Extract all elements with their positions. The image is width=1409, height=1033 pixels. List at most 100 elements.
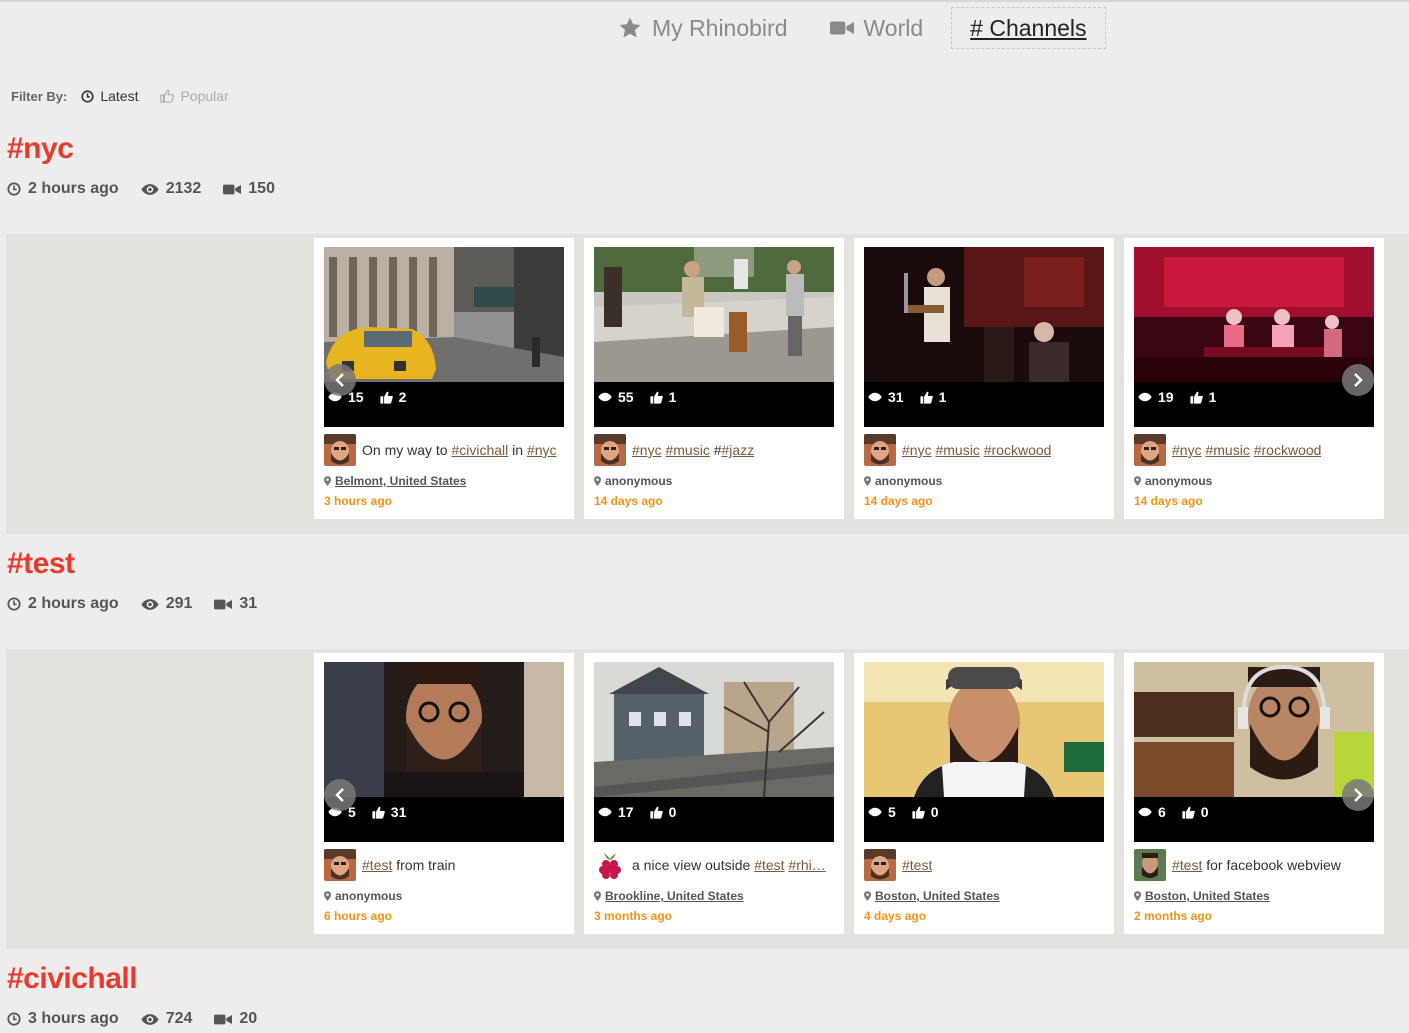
map-pin-icon xyxy=(324,891,331,901)
video-thumbnail[interactable]: 6 0 xyxy=(1134,662,1374,842)
video-views: 17 xyxy=(618,804,634,820)
channel-updated: 2 hours ago xyxy=(28,595,119,612)
clock-icon xyxy=(7,597,21,611)
avatar[interactable] xyxy=(324,434,356,466)
video-thumbnail[interactable]: 19 1 xyxy=(1134,247,1374,427)
hashtag-link[interactable]: #civichall xyxy=(451,442,508,458)
location-link[interactable]: Boston, United States xyxy=(875,889,1000,903)
video-likes: 1 xyxy=(938,389,947,405)
hashtag-link[interactable]: #nyc xyxy=(1172,442,1202,458)
hashtag-link[interactable]: #nyc xyxy=(902,442,932,458)
thumbs-up-icon xyxy=(160,89,174,103)
video-views: 55 xyxy=(618,389,634,405)
nav-channels[interactable]: # Channels xyxy=(951,7,1106,49)
carousel-next-button[interactable] xyxy=(1342,779,1374,811)
hashtag-link[interactable]: #test xyxy=(902,857,932,873)
video-thumbnail[interactable]: 31 1 xyxy=(864,247,1104,427)
nav-my-rhinobird[interactable]: My Rhinobird xyxy=(606,7,800,49)
video-caption: #test from train xyxy=(324,849,564,881)
video-stats: 55 1 xyxy=(598,389,692,405)
carousel-next-button[interactable] xyxy=(1342,364,1374,396)
hashtag-link[interactable]: #test xyxy=(362,857,392,873)
hashtag-link[interactable]: #music xyxy=(1205,442,1249,458)
nav-label: # Channels xyxy=(970,14,1087,41)
video-views: 5 xyxy=(888,804,896,820)
location-link[interactable]: Boston, United States xyxy=(1145,889,1270,903)
video-views: 19 xyxy=(1158,389,1174,405)
video-caption: a nice view outside #test #rhi… xyxy=(594,849,834,881)
eye-icon xyxy=(1138,392,1152,402)
video-thumbnail[interactable]: 5 0 xyxy=(864,662,1104,842)
map-pin-icon xyxy=(1134,476,1141,486)
clock-icon xyxy=(81,90,94,103)
hashtag-link[interactable]: #test xyxy=(1172,857,1202,873)
video-preview xyxy=(864,247,1104,382)
avatar[interactable] xyxy=(324,849,356,881)
raspberry-avatar[interactable] xyxy=(594,849,626,881)
video-location: anonymous xyxy=(324,889,402,903)
channel-views: 724 xyxy=(165,1010,193,1027)
map-pin-icon xyxy=(1134,891,1141,901)
hashtag-link[interactable]: #rockwood xyxy=(984,442,1052,458)
avatar[interactable] xyxy=(864,434,896,466)
carousel-prev-button[interactable] xyxy=(324,364,356,396)
video-card[interactable]: 31 1 #nyc #music #rockwood anonymous 14 … xyxy=(854,238,1114,519)
video-time: 2 months ago xyxy=(1134,909,1213,923)
video-stats: 6 0 xyxy=(1138,804,1225,820)
channel-meta: 3 hours ago 724 20 xyxy=(7,1010,279,1028)
video-thumbnail[interactable]: 55 1 xyxy=(594,247,834,427)
channel-views: 291 xyxy=(165,595,193,612)
channel-title[interactable]: #civichall xyxy=(7,962,138,996)
channel-views: 2132 xyxy=(165,180,202,197)
thumbs-up-icon xyxy=(650,391,663,404)
location-text: anonymous xyxy=(1145,474,1213,488)
hashtag-link[interactable]: #rockwood xyxy=(1254,442,1322,458)
hashtag-link[interactable]: #music xyxy=(935,442,979,458)
filter-popular[interactable]: Popular xyxy=(160,88,229,104)
filter-latest[interactable]: Latest xyxy=(81,88,138,104)
avatar[interactable] xyxy=(1134,849,1166,881)
channel-videos: 20 xyxy=(239,1010,258,1027)
map-pin-icon xyxy=(864,476,871,486)
video-location: Boston, United States xyxy=(864,889,1000,903)
video-card[interactable]: 19 1 #nyc #music #rockwood anonymous 14 … xyxy=(1124,238,1384,519)
video-location: Belmont, United States xyxy=(324,474,466,488)
avatar[interactable] xyxy=(594,434,626,466)
video-caption: #nyc #music #rockwood xyxy=(864,434,1104,466)
avatar[interactable] xyxy=(864,849,896,881)
video-caption: #test for facebook webview xyxy=(1134,849,1374,881)
video-preview xyxy=(594,662,834,797)
video-card[interactable]: 5 0 #test Boston, United States 4 days a… xyxy=(854,653,1114,934)
hashtag-link[interactable]: #nyc xyxy=(632,442,662,458)
hashtag-link[interactable]: #music xyxy=(665,442,709,458)
hashtag-link[interactable]: #rhi… xyxy=(788,857,825,873)
nav-world[interactable]: World xyxy=(818,7,936,49)
channel-title[interactable]: #test xyxy=(7,547,75,581)
hashtag-link[interactable]: #nyc xyxy=(527,442,557,458)
map-pin-icon xyxy=(594,476,601,486)
video-stats: 19 1 xyxy=(1138,389,1232,405)
video-likes: 2 xyxy=(398,389,407,405)
nav-label: World xyxy=(863,14,924,41)
location-link[interactable]: Belmont, United States xyxy=(335,474,466,488)
carousel-prev-button[interactable] xyxy=(324,779,356,811)
video-preview xyxy=(324,247,564,382)
video-thumbnail[interactable]: 15 2 xyxy=(324,247,564,427)
video-card[interactable]: 15 2 On my way to #civichall in #nyc Bel… xyxy=(314,238,574,519)
video-card[interactable]: 17 0 a nice view outside #test #rhi… Bro… xyxy=(584,653,844,934)
video-camera-icon xyxy=(214,598,232,611)
video-thumbnail[interactable]: 5 31 xyxy=(324,662,564,842)
video-caption: #nyc #music ##jazz xyxy=(594,434,834,466)
hashtag-link[interactable]: #test xyxy=(754,857,784,873)
channel-title[interactable]: #nyc xyxy=(7,132,74,166)
video-likes: 1 xyxy=(1208,389,1217,405)
hashtag-link[interactable]: #jazz xyxy=(722,442,755,458)
video-thumbnail[interactable]: 17 0 xyxy=(594,662,834,842)
video-card[interactable]: 55 1 #nyc #music ##jazz anonymous 14 day… xyxy=(584,238,844,519)
location-link[interactable]: Brookline, United States xyxy=(605,889,744,903)
video-card[interactable]: 5 31 #test from train anonymous 6 hours … xyxy=(314,653,574,934)
video-card[interactable]: 6 0 #test for facebook webview Boston, U… xyxy=(1124,653,1384,934)
avatar[interactable] xyxy=(1134,434,1166,466)
video-time: 4 days ago xyxy=(864,909,927,923)
channel-meta: 2 hours ago 291 31 xyxy=(7,595,279,613)
